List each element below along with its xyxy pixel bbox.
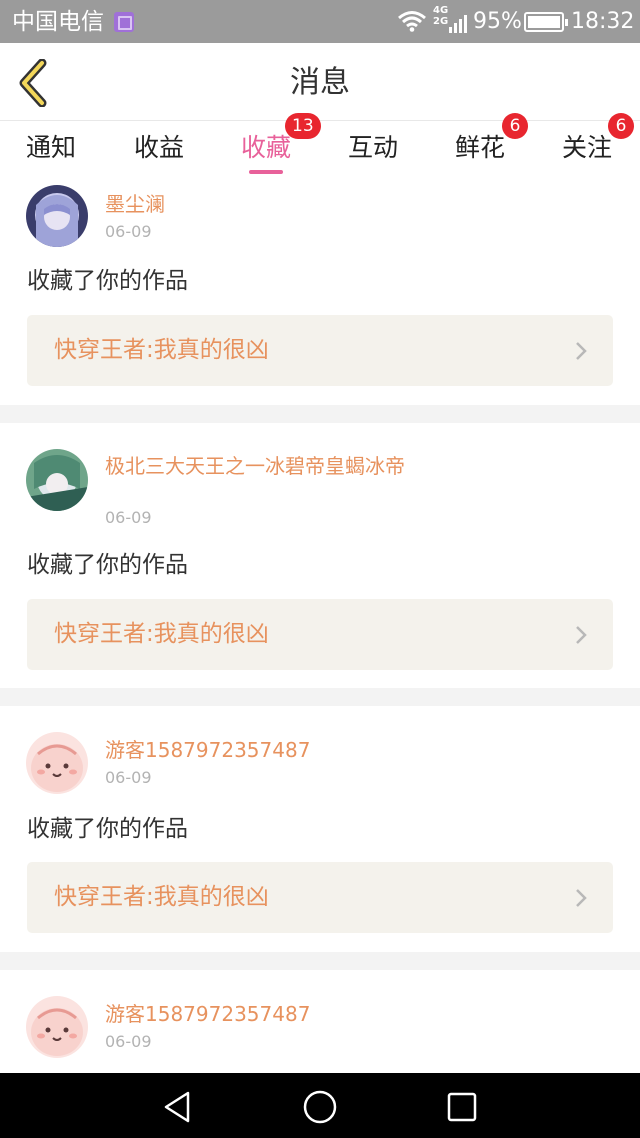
divider: [0, 405, 640, 423]
work-title: 快穿王者:我真的很凶: [54, 884, 269, 910]
battery-icon: [524, 12, 568, 32]
tab-flowers[interactable]: 鲜花: [455, 129, 505, 177]
username[interactable]: 极北三大天王之一冰碧帝皇蝎冰帝: [105, 453, 415, 479]
wifi-icon: [398, 11, 426, 32]
sim-icon: [114, 12, 134, 32]
tab-earnings[interactable]: 收益: [134, 129, 184, 177]
chevron-right-icon: [576, 626, 587, 644]
username[interactable]: 游客1587972357487: [105, 737, 415, 763]
system-nav-bar: [0, 1073, 640, 1138]
avatar[interactable]: [26, 449, 88, 511]
chevron-right-icon: [576, 342, 587, 360]
work-title: 快穿王者:我真的很凶: [54, 337, 269, 363]
list-item: 极北三大天王之一冰碧帝皇蝎冰帝 06-09 收藏了你的作品 快穿王者:我真的很凶: [0, 423, 640, 688]
message-date: 06-09: [105, 508, 152, 527]
tab-label: 互动: [348, 133, 399, 162]
avatar[interactable]: [26, 185, 88, 247]
signal-icon: [449, 15, 467, 33]
page-title: 消息: [290, 65, 350, 100]
network-type-label: 4G 2G: [433, 5, 448, 27]
follows-count-badge: 6: [608, 113, 634, 139]
carrier-label: 中国电信: [12, 9, 104, 35]
list-item: 游客1587972357487 06-09 收藏了你的作品 快穿王者:我真的很凶: [0, 706, 640, 952]
header: 消息: [0, 43, 640, 121]
status-bar: 中国电信 4G 2G 95% 18:32: [0, 0, 640, 43]
action-text: 收藏了你的作品: [27, 268, 188, 294]
recent-square-icon: [447, 1092, 477, 1122]
tab-bar: 通知 收益 收藏 13 互动 鲜花 6 关注 6: [0, 113, 640, 179]
tab-notifications[interactable]: 通知: [26, 129, 76, 177]
tab-favorites[interactable]: 收藏: [241, 129, 291, 177]
guest-avatar-icon: [26, 996, 88, 1058]
action-text: 收藏了你的作品: [27, 816, 188, 842]
flowers-count-badge: 6: [502, 113, 528, 139]
list-item: 墨尘澜 06-09 收藏了你的作品 快穿王者:我真的很凶: [0, 179, 640, 405]
work-title: 快穿王者:我真的很凶: [54, 621, 269, 647]
anime-avatar-icon: [26, 185, 88, 247]
message-date: 06-09: [105, 1032, 152, 1051]
list-item: 游客1587972357487 06-09: [0, 970, 640, 1073]
active-tab-indicator: [249, 170, 283, 174]
tab-label: 收益: [134, 133, 185, 162]
back-triangle-icon: [164, 1091, 190, 1123]
tab-label: 通知: [26, 133, 77, 162]
home-circle-icon: [303, 1090, 337, 1124]
nav-back-button[interactable]: [158, 1087, 198, 1127]
tab-follows[interactable]: 关注: [562, 129, 612, 177]
favorites-count-badge: 13: [285, 113, 321, 139]
nav-home-button[interactable]: [300, 1087, 340, 1127]
nav-recent-button[interactable]: [442, 1087, 482, 1127]
divider: [0, 688, 640, 706]
avatar[interactable]: [26, 732, 88, 794]
guest-avatar-icon: [26, 732, 88, 794]
avatar[interactable]: [26, 996, 88, 1058]
tab-label: 关注: [562, 133, 613, 162]
username[interactable]: 游客1587972357487: [105, 1001, 415, 1027]
message-date: 06-09: [105, 768, 152, 787]
tab-interactions[interactable]: 互动: [348, 129, 398, 177]
work-link[interactable]: 快穿王者:我真的很凶: [27, 862, 613, 933]
chevron-right-icon: [576, 889, 587, 907]
work-link[interactable]: 快穿王者:我真的很凶: [27, 599, 613, 670]
tab-label: 鲜花: [455, 133, 506, 162]
network-2g-label: 2G: [433, 16, 449, 27]
tab-label: 收藏: [241, 133, 292, 162]
username[interactable]: 墨尘澜: [105, 191, 415, 217]
divider: [0, 952, 640, 970]
battery-percentage: 95%: [473, 9, 522, 34]
clock: 18:32: [571, 9, 635, 34]
anime-avatar-icon: [26, 449, 88, 511]
message-date: 06-09: [105, 222, 152, 241]
action-text: 收藏了你的作品: [27, 552, 188, 578]
work-link[interactable]: 快穿王者:我真的很凶: [27, 315, 613, 386]
network-4g-label: 4G: [433, 5, 449, 16]
